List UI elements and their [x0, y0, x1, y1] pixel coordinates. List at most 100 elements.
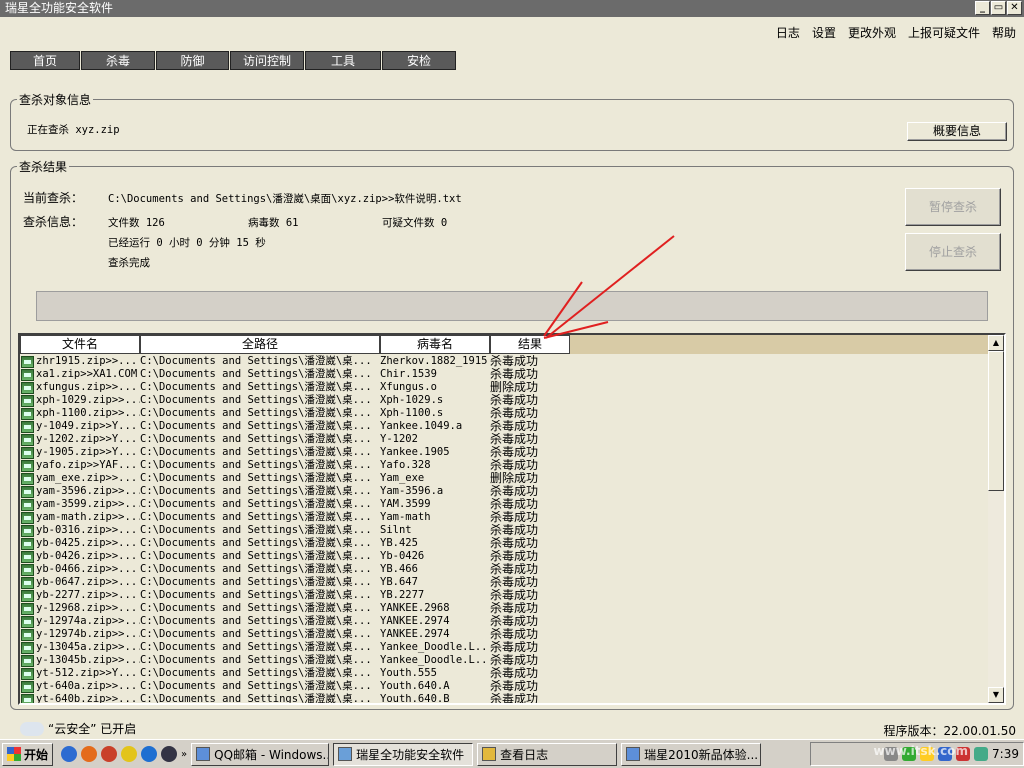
cell-result: 杀毒成功: [490, 615, 539, 628]
pause-scan-button[interactable]: 暂停查杀: [905, 188, 1001, 226]
zip-file-icon: [21, 498, 34, 511]
table-row[interactable]: yafo.zip>>YAF... C:\Documents and Setting…: [20, 459, 990, 472]
summary-button[interactable]: 概要信息: [907, 122, 1007, 141]
task-qqmail[interactable]: QQ邮箱 - Windows...: [191, 742, 330, 766]
table-row[interactable]: y-12968.zip>>... C:\Documents and Setting…: [20, 602, 990, 615]
vertical-scrollbar[interactable]: ▲ ▼: [988, 335, 1004, 703]
col-fullpath[interactable]: 全路径: [140, 335, 380, 354]
cell-fullpath: C:\Documents and Settings\潘澄崴\桌...: [140, 693, 372, 705]
task-rising-2010[interactable]: 瑞星2010新品体验...: [621, 742, 762, 766]
app-icon[interactable]: [101, 746, 118, 762]
menu-report-suspicious[interactable]: 上报可疑文件: [908, 24, 980, 41]
table-row[interactable]: yam-math.zip>>... C:\Documents and Settin…: [20, 511, 990, 524]
winamp-icon[interactable]: [121, 746, 138, 762]
cell-filename: y-12974b.zip>>...: [36, 628, 140, 640]
window-controls: _ ▭ ✕: [975, 1, 1022, 15]
annotation-arrows: [543, 235, 675, 339]
table-row[interactable]: yt-640a.zip>>... C:\Documents and Setting…: [20, 680, 990, 693]
desktop-icon[interactable]: [61, 746, 78, 762]
table-row[interactable]: y-12974b.zip>>... C:\Documents and Settin…: [20, 628, 990, 641]
table-row[interactable]: xfungus.zip>>... C:\Documents and Setting…: [20, 381, 990, 394]
cell-filename: y-13045a.zip>>...: [36, 641, 140, 653]
scroll-down-icon[interactable]: ▼: [988, 687, 1004, 703]
table-row[interactable]: yam-3596.zip>>... C:\Documents and Settin…: [20, 485, 990, 498]
col-filename[interactable]: 文件名: [20, 335, 140, 354]
table-row[interactable]: y-1202.zip>>Y... C:\Documents and Setting…: [20, 433, 990, 446]
cell-filename: yt-640a.zip>>...: [36, 680, 138, 692]
more-chevron-icon[interactable]: »: [181, 749, 187, 760]
current-scan-path: C:\Documents and Settings\潘澄崴\桌面\xyz.zip…: [108, 193, 462, 205]
task-label: 瑞星全功能安全软件: [356, 747, 465, 762]
cell-virusname: Yam-3596.a: [380, 485, 444, 497]
table-row[interactable]: xph-1100.zip>>... C:\Documents and Settin…: [20, 407, 990, 420]
ie-icon[interactable]: [141, 746, 158, 762]
zip-file-icon: [21, 550, 34, 563]
table-row[interactable]: yt-640b.zip>>... C:\Documents and Setting…: [20, 693, 990, 705]
start-button[interactable]: 开始: [2, 742, 54, 766]
table-row[interactable]: y-12974a.zip>>... C:\Documents and Settin…: [20, 615, 990, 628]
table-header: 文件名 全路径 病毒名 结果: [20, 335, 990, 354]
task-rising-antivirus[interactable]: 瑞星全功能安全软件: [333, 742, 474, 766]
table-row[interactable]: y-13045a.zip>>... C:\Documents and Settin…: [20, 641, 990, 654]
cell-virusname: Yankee_Doodle.L...: [380, 654, 490, 666]
table-row[interactable]: yb-0647.zip>>... C:\Documents and Setting…: [20, 576, 990, 589]
file-count: 文件数 126: [108, 217, 165, 229]
ie-window-icon: [626, 747, 641, 761]
scroll-thumb[interactable]: [988, 351, 1004, 491]
tab-security-check[interactable]: 安检: [382, 51, 456, 70]
table-row[interactable]: yb-2277.zip>>... C:\Documents and Setting…: [20, 589, 990, 602]
table-row[interactable]: y-1905.zip>>Y... C:\Documents and Setting…: [20, 446, 990, 459]
rising-icon: [338, 747, 353, 761]
menu-change-skin[interactable]: 更改外观: [848, 24, 896, 41]
cell-virusname: YB.466: [380, 563, 418, 575]
update-icon[interactable]: [974, 747, 989, 761]
cell-filename: yb-2277.zip>>...: [36, 589, 138, 601]
restore-icon[interactable]: ▭: [991, 1, 1006, 15]
cell-filename: yam-3596.zip>>...: [36, 485, 140, 497]
table-row[interactable]: yb-0425.zip>>... C:\Documents and Setting…: [20, 537, 990, 550]
table-row[interactable]: yb-0316.zip>>... C:\Documents and Setting…: [20, 524, 990, 537]
tab-tools[interactable]: 工具: [305, 51, 381, 70]
cell-result: 杀毒成功: [490, 368, 539, 381]
table-row[interactable]: yb-0426.zip>>... C:\Documents and Setting…: [20, 550, 990, 563]
zip-file-icon: [21, 667, 34, 680]
scroll-up-icon[interactable]: ▲: [988, 335, 1004, 351]
table-row[interactable]: yb-0466.zip>>... C:\Documents and Setting…: [20, 563, 990, 576]
menu-settings[interactable]: 设置: [812, 24, 836, 41]
close-icon[interactable]: ✕: [1007, 1, 1022, 15]
stop-scan-button[interactable]: 停止查杀: [905, 233, 1001, 271]
cell-filename: y-12968.zip>>...: [36, 602, 138, 614]
cell-filename: yb-0316.zip>>...: [36, 524, 138, 536]
main-tabs: 首页 杀毒 防御 访问控制 工具 安检: [10, 51, 457, 70]
task-view-log[interactable]: 查看日志: [477, 742, 618, 766]
cell-result: 删除成功: [490, 381, 539, 394]
table-row[interactable]: xa1.zip>>XA1.COM C:\Documents and Setting…: [20, 368, 990, 381]
cell-fullpath: C:\Documents and Settings\潘澄崴\桌...: [140, 680, 372, 692]
menu-log[interactable]: 日志: [776, 24, 800, 41]
cell-result: 杀毒成功: [490, 576, 539, 589]
table-row[interactable]: yam-3599.zip>>... C:\Documents and Settin…: [20, 498, 990, 511]
cell-fullpath: C:\Documents and Settings\潘澄崴\桌...: [140, 589, 372, 601]
tab-antivirus[interactable]: 杀毒: [81, 51, 155, 70]
table-row[interactable]: y-13045b.zip>>... C:\Documents and Settin…: [20, 654, 990, 667]
col-virusname[interactable]: 病毒名: [380, 335, 490, 354]
table-row[interactable]: zhr1915.zip>>... C:\Documents and Setting…: [20, 355, 990, 368]
minimize-icon[interactable]: _: [975, 1, 990, 15]
table-row[interactable]: yt-512.zip>>Y... C:\Documents and Setting…: [20, 667, 990, 680]
firefox-icon[interactable]: [81, 746, 98, 762]
task-label: 瑞星2010新品体验...: [644, 747, 759, 762]
cell-fullpath: C:\Documents and Settings\潘澄崴\桌...: [140, 667, 372, 679]
tab-access-control[interactable]: 访问控制: [230, 51, 304, 70]
table-row[interactable]: yam_exe.zip>>... C:\Documents and Setting…: [20, 472, 990, 485]
table-row[interactable]: xph-1029.zip>>... C:\Documents and Settin…: [20, 394, 990, 407]
cell-result: 杀毒成功: [490, 433, 539, 446]
media-icon[interactable]: [161, 746, 178, 762]
menu-help[interactable]: 帮助: [992, 24, 1016, 41]
table-row[interactable]: y-1049.zip>>Y... C:\Documents and Setting…: [20, 420, 990, 433]
zip-file-icon: [21, 524, 34, 537]
table-body: zhr1915.zip>>... C:\Documents and Setting…: [20, 355, 990, 705]
cloud-status: “云安全” 已开启: [20, 720, 136, 737]
tab-defense[interactable]: 防御: [156, 51, 229, 70]
tab-home[interactable]: 首页: [10, 51, 80, 70]
cell-filename: yam-3599.zip>>...: [36, 498, 140, 510]
